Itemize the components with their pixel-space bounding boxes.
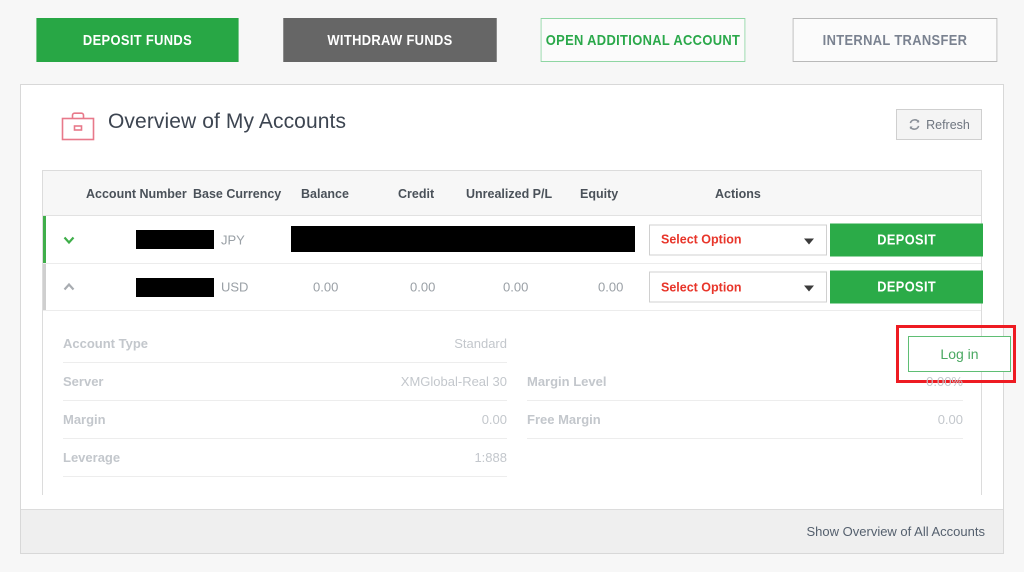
select-option-label: Select Option bbox=[661, 280, 742, 294]
detail-key: Server bbox=[63, 374, 103, 389]
cell-base-currency: USD bbox=[221, 280, 248, 295]
refresh-icon bbox=[908, 118, 921, 131]
detail-row-free-margin: Free Margin 0.00 bbox=[527, 401, 963, 439]
cell-equity: 0.00 bbox=[598, 280, 623, 295]
cell-balance: 0.00 bbox=[313, 280, 338, 295]
detail-value: 1:888 bbox=[474, 450, 507, 465]
detail-column-right: Log in Margin Level 0.00% Free Margin 0.… bbox=[527, 325, 963, 439]
select-option-label: Select Option bbox=[661, 233, 742, 247]
row-deposit-label: DEPOSIT bbox=[877, 279, 936, 296]
page-title: Overview of My Accounts bbox=[108, 110, 346, 134]
card-header: Overview of My Accounts Refresh bbox=[21, 85, 1003, 167]
select-option-dropdown[interactable]: Select Option bbox=[649, 272, 827, 303]
table-row[interactable]: USD 0.00 0.00 0.00 0.00 Select Option DE… bbox=[43, 263, 981, 310]
detail-column-left: Account Type Standard Server XMGlobal-Re… bbox=[63, 325, 507, 477]
detail-row-leverage: Leverage 1:888 bbox=[63, 439, 507, 477]
refresh-label: Refresh bbox=[926, 118, 970, 132]
cell-credit: 0.00 bbox=[410, 280, 435, 295]
account-detail-panel: Account Type Standard Server XMGlobal-Re… bbox=[43, 310, 981, 495]
redacted-balance-values bbox=[291, 226, 635, 252]
detail-value: 0.00% bbox=[926, 374, 963, 389]
column-header-actions: Actions bbox=[715, 187, 761, 201]
withdraw-funds-label: WITHDRAW FUNDS bbox=[327, 32, 452, 49]
detail-row-margin: Margin 0.00 bbox=[63, 401, 507, 439]
detail-key: Free Margin bbox=[527, 412, 601, 427]
redacted-account-number bbox=[136, 230, 214, 249]
cell-base-currency: JPY bbox=[221, 232, 245, 247]
detail-row-account-type: Account Type Standard bbox=[63, 325, 507, 363]
accounts-table: Account Number Base Currency Balance Cre… bbox=[42, 170, 982, 495]
column-header-base-currency: Base Currency bbox=[193, 187, 281, 201]
card-footer: Show Overview of All Accounts bbox=[21, 509, 1003, 553]
refresh-button[interactable]: Refresh bbox=[896, 109, 982, 140]
detail-value: 0.00 bbox=[938, 412, 963, 427]
column-header-unrealized-pl: Unrealized P/L bbox=[466, 187, 552, 201]
internal-transfer-label: INTERNAL TRANSFER bbox=[823, 32, 968, 49]
column-header-account-number: Account Number bbox=[86, 187, 187, 201]
table-row[interactable]: JPY Select Option DEPOSIT bbox=[43, 216, 981, 263]
deposit-funds-button[interactable]: DEPOSIT FUNDS bbox=[36, 18, 238, 62]
row-deposit-button[interactable]: DEPOSIT bbox=[830, 271, 983, 304]
detail-key: Account Type bbox=[63, 336, 148, 351]
show-overview-all-accounts-link[interactable]: Show Overview of All Accounts bbox=[807, 524, 985, 539]
detail-value: Standard bbox=[454, 336, 507, 351]
column-header-balance: Balance bbox=[301, 187, 349, 201]
open-additional-account-label: OPEN ADDITIONAL ACCOUNT bbox=[546, 32, 740, 49]
table-header-row: Account Number Base Currency Balance Cre… bbox=[43, 171, 981, 216]
row-deposit-button[interactable]: DEPOSIT bbox=[830, 223, 983, 256]
column-header-credit: Credit bbox=[398, 187, 434, 201]
detail-value: XMGlobal-Real 30 bbox=[401, 374, 507, 389]
open-additional-account-button[interactable]: OPEN ADDITIONAL ACCOUNT bbox=[541, 18, 746, 62]
chevron-up-icon[interactable] bbox=[61, 279, 77, 295]
redacted-account-number bbox=[136, 278, 214, 297]
chevron-down-icon bbox=[804, 238, 814, 244]
briefcase-icon bbox=[61, 111, 95, 141]
top-action-bar: DEPOSIT FUNDS WITHDRAW FUNDS OPEN ADDITI… bbox=[0, 0, 1024, 80]
cell-unrealized-pl: 0.00 bbox=[503, 280, 528, 295]
log-in-label: Log in bbox=[940, 346, 978, 362]
row-accent-bar bbox=[43, 216, 46, 263]
chevron-down-icon bbox=[804, 286, 814, 292]
detail-value: 0.00 bbox=[482, 412, 507, 427]
detail-login-area: Log in bbox=[527, 325, 963, 363]
deposit-funds-label: DEPOSIT FUNDS bbox=[83, 32, 192, 49]
withdraw-funds-button[interactable]: WITHDRAW FUNDS bbox=[283, 18, 496, 62]
detail-row-margin-level: Margin Level 0.00% bbox=[527, 363, 963, 401]
column-header-equity: Equity bbox=[580, 187, 618, 201]
detail-key: Margin bbox=[63, 412, 106, 427]
chevron-down-icon[interactable] bbox=[61, 232, 77, 248]
row-deposit-label: DEPOSIT bbox=[877, 231, 936, 248]
accounts-overview-card: Overview of My Accounts Refresh Account … bbox=[20, 84, 1004, 554]
row-accent-bar bbox=[43, 264, 46, 310]
detail-key: Margin Level bbox=[527, 374, 606, 389]
select-option-dropdown[interactable]: Select Option bbox=[649, 224, 827, 255]
detail-row-server: Server XMGlobal-Real 30 bbox=[63, 363, 507, 401]
detail-key: Leverage bbox=[63, 450, 120, 465]
internal-transfer-button[interactable]: INTERNAL TRANSFER bbox=[793, 18, 998, 62]
